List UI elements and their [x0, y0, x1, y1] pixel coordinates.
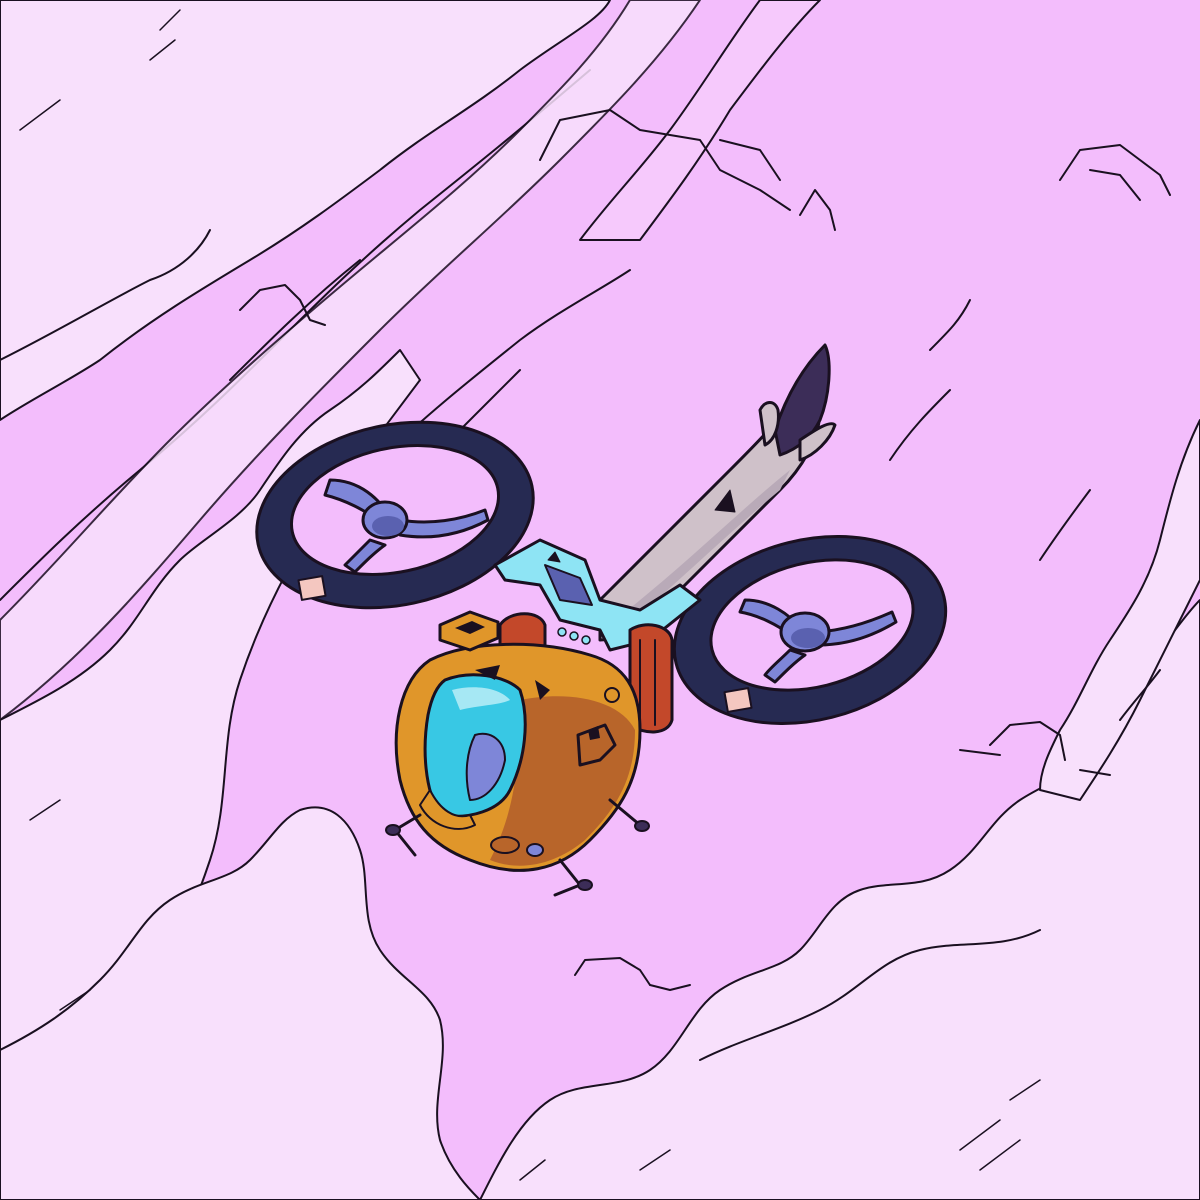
illustration-canvas — [0, 0, 1200, 1200]
